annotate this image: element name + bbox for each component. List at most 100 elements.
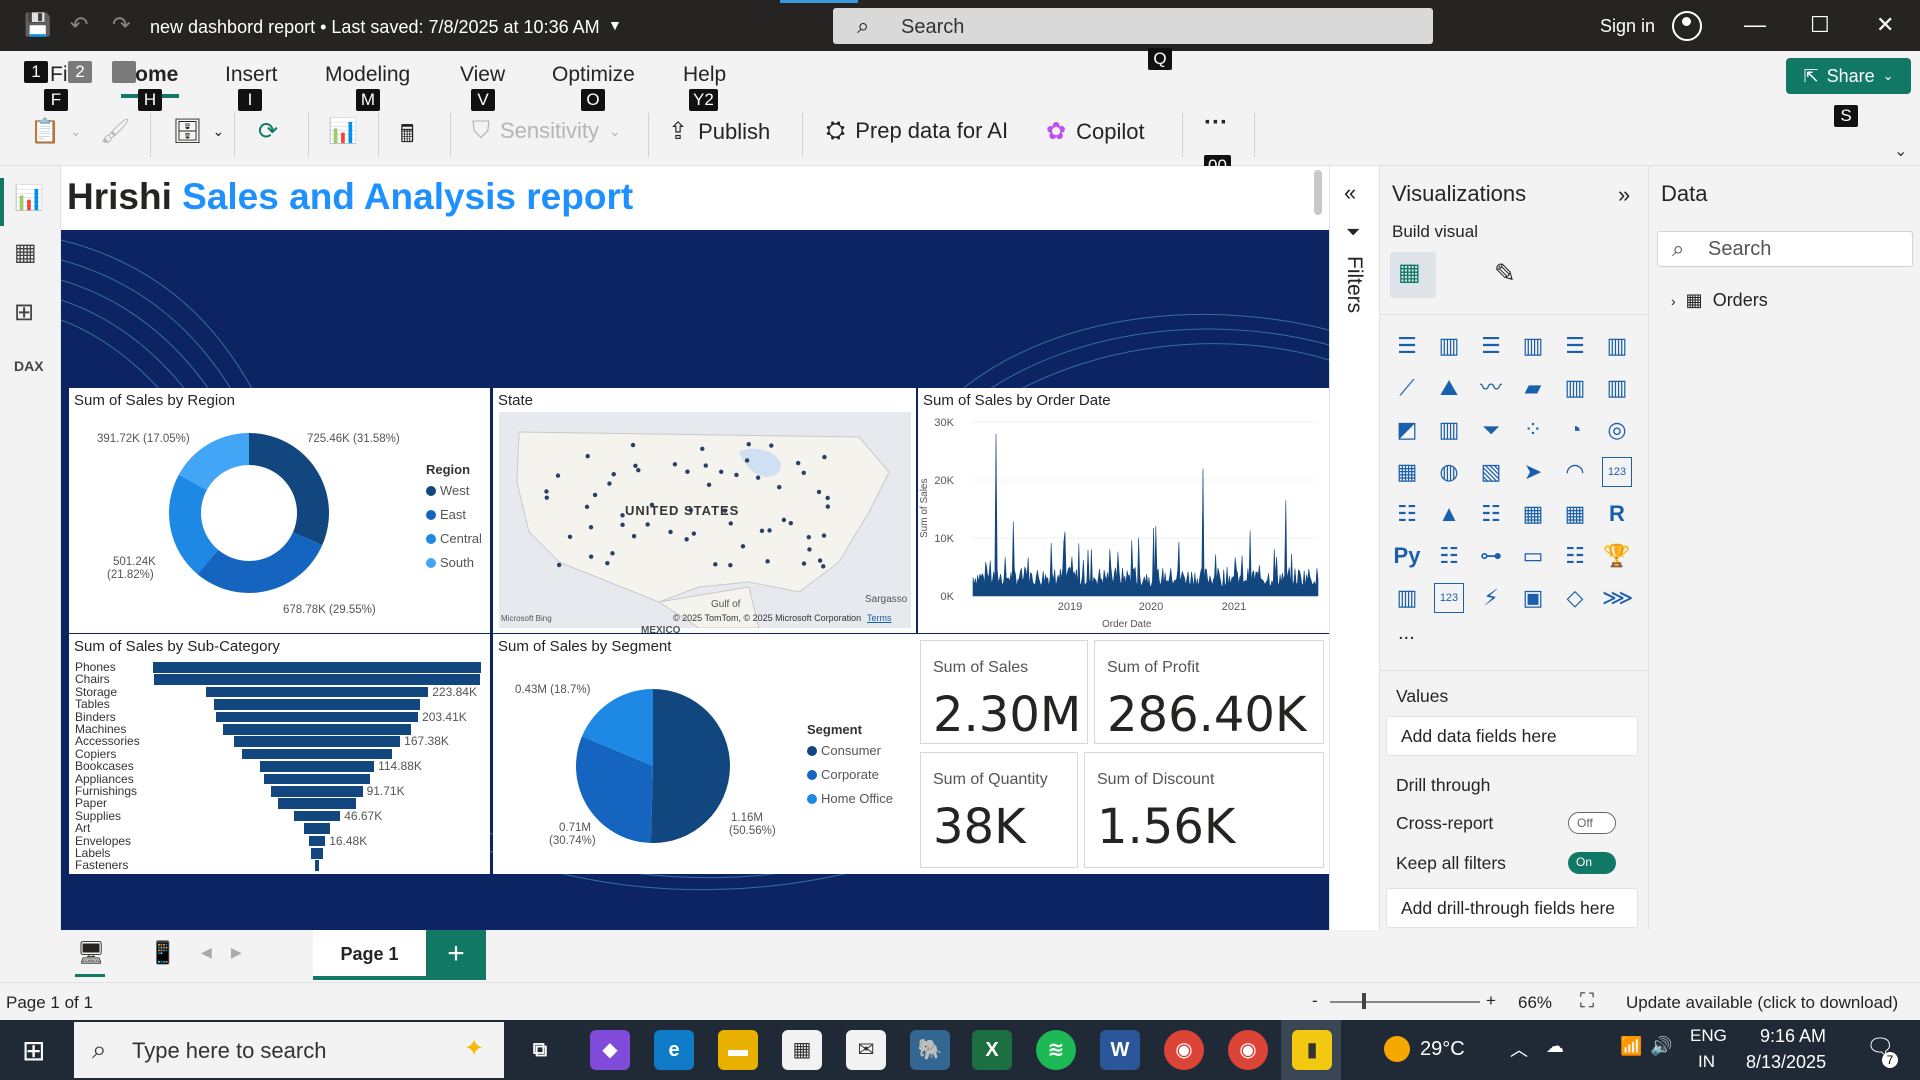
visual-type-icon[interactable]: ▥ <box>1392 583 1422 613</box>
quantity-card[interactable]: Sum of Quantity 38K <box>920 752 1078 868</box>
dax-query-view-icon[interactable]: DAX <box>14 358 44 374</box>
add-page-button[interactable]: + <box>426 930 486 980</box>
visual-type-icon[interactable]: ⊶ <box>1476 541 1506 571</box>
zoom-out-button[interactable]: - <box>1312 991 1318 1011</box>
map-location-dot[interactable] <box>588 525 594 530</box>
copilot-app-icon[interactable]: ◆ <box>590 1030 630 1070</box>
visual-type-icon[interactable]: 123 <box>1602 457 1632 487</box>
map-location-dot[interactable] <box>700 446 705 452</box>
document-title[interactable]: new dashbord report • Last saved: 7/8/20… <box>150 17 600 38</box>
title-dropdown-icon[interactable]: ▼ <box>608 17 622 33</box>
map-location-dot[interactable] <box>825 504 831 509</box>
visual-type-icon[interactable]: ◇ <box>1560 583 1590 613</box>
subcategory-funnel-visual[interactable]: Sum of Sales by Sub-Category Phones Chair… <box>69 634 490 874</box>
map-location-dot[interactable] <box>817 558 823 563</box>
map-location-dot[interactable] <box>706 482 712 488</box>
visual-type-icon[interactable]: 🏆 <box>1602 541 1632 571</box>
map-location-dot[interactable] <box>636 468 641 473</box>
wifi-icon[interactable]: 📶 <box>1620 1036 1642 1057</box>
edge-icon[interactable]: e <box>654 1030 694 1070</box>
funnel-bar[interactable] <box>303 823 331 834</box>
funnel-bar[interactable] <box>223 724 411 735</box>
ms-store-icon[interactable]: ▦ <box>782 1030 822 1070</box>
map-terms-link[interactable]: Terms <box>867 612 892 625</box>
input-region[interactable]: IN <box>1698 1052 1715 1072</box>
map-location-dot[interactable] <box>825 495 830 501</box>
prep-data-ai-button[interactable]: ⛭ Prep data for AI <box>826 117 1008 145</box>
map-location-dot[interactable] <box>567 534 573 540</box>
format-visual-icon[interactable]: ✎ <box>1494 258 1516 289</box>
menu-insert[interactable]: Insert <box>225 63 278 87</box>
map-location-dot[interactable] <box>728 521 733 526</box>
map-location-dot[interactable] <box>607 481 612 486</box>
drill-through-field-well[interactable]: Add drill-through fields here <box>1386 888 1638 928</box>
save-icon[interactable]: 💾 <box>24 12 51 38</box>
weather-temp[interactable]: 29°C <box>1420 1038 1465 1061</box>
segment-pie-visual[interactable]: Sum of Sales by Segment 0.43M (18.7%) 1.… <box>493 634 916 874</box>
undo-icon[interactable]: ↶ <box>70 12 88 38</box>
menu-optimize[interactable]: Optimize <box>552 63 635 87</box>
update-available-link[interactable]: Update available (click to download) <box>1626 993 1898 1013</box>
zoom-in-button[interactable]: + <box>1486 991 1496 1011</box>
minimize-icon[interactable]: — <box>1744 12 1766 38</box>
visual-type-icon[interactable]: ▦ <box>1560 499 1590 529</box>
filters-pane-collapsed[interactable]: « ⏷ Filters <box>1329 166 1379 930</box>
map-location-dot[interactable] <box>719 469 724 474</box>
map-location-dot[interactable] <box>584 504 590 510</box>
map-location-dot[interactable] <box>544 495 549 500</box>
model-view-icon[interactable]: ⊞ <box>14 298 34 327</box>
page-tab-1[interactable]: Page 1 <box>313 930 426 980</box>
visual-type-icon[interactable]: ◔ <box>1560 415 1590 445</box>
data-search-input[interactable]: ⌕ Search <box>1657 231 1913 267</box>
map-location-dot[interactable] <box>746 442 751 447</box>
visual-type-icon[interactable]: ▧ <box>1476 457 1506 487</box>
collapse-viz-icon[interactable]: » <box>1618 182 1630 208</box>
map-location-dot[interactable] <box>821 533 827 538</box>
map-location-dot[interactable] <box>633 463 638 468</box>
map-location-dot[interactable] <box>555 473 561 478</box>
mail-icon[interactable]: ✉ <box>846 1030 886 1070</box>
volume-icon[interactable]: 🔊 <box>1650 1036 1672 1057</box>
map-location-dot[interactable] <box>631 533 637 539</box>
clock-time[interactable]: 9:16 AM <box>1760 1026 1826 1047</box>
cross-report-toggle[interactable]: Off <box>1568 812 1616 834</box>
table-view-icon[interactable]: ▦ <box>14 238 37 267</box>
visual-type-icon[interactable]: ▥ <box>1602 373 1632 403</box>
legend-item[interactable]: East <box>426 507 482 522</box>
map-location-dot[interactable] <box>703 463 708 468</box>
visual-type-icon[interactable]: ☷ <box>1476 499 1506 529</box>
menu-help[interactable]: Help <box>683 63 726 87</box>
visual-type-icon[interactable]: ◩ <box>1392 415 1422 445</box>
visual-type-icon[interactable]: ☷ <box>1434 541 1464 571</box>
prev-page-icon[interactable]: ◀ <box>201 944 212 961</box>
map-location-dot[interactable] <box>672 462 678 467</box>
region-slice-east[interactable] <box>197 532 323 593</box>
expand-filters-icon[interactable]: « <box>1344 180 1356 206</box>
visual-type-icon[interactable]: ⛰ <box>1434 373 1464 403</box>
funnel-bar[interactable] <box>153 662 481 673</box>
visual-type-icon[interactable]: ⋙ <box>1602 583 1633 613</box>
us-map[interactable] <box>499 412 911 628</box>
keep-filters-toggle[interactable]: On <box>1568 852 1616 874</box>
visual-type-icon[interactable]: ➤ <box>1518 457 1548 487</box>
order-date-visual[interactable]: Sum of Sales by Order Date 0K 10K 20K 30K 20… <box>918 388 1329 633</box>
map-location-dot[interactable] <box>713 562 718 567</box>
word-icon[interactable]: W <box>1100 1030 1140 1070</box>
legend-item[interactable]: Consumer <box>807 743 893 758</box>
region-donut-visual[interactable]: Sum of Sales by Region 725.46K (31.58%) … <box>69 388 490 633</box>
legend-item[interactable]: South <box>426 555 482 570</box>
publish-button[interactable]: ⇪ Publish <box>668 117 770 146</box>
map-location-dot[interactable] <box>585 453 590 459</box>
visual-type-icon[interactable]: ☷ <box>1392 499 1422 529</box>
map-location-dot[interactable] <box>684 537 689 542</box>
funnel-bar[interactable] <box>233 736 401 747</box>
legend-item[interactable]: Corporate <box>807 767 893 782</box>
discount-card[interactable]: Sum of Discount 1.56K <box>1084 752 1324 868</box>
collapse-ribbon-icon[interactable]: ⌄ <box>1894 141 1907 161</box>
map-location-dot[interactable] <box>795 460 801 466</box>
profit-card[interactable]: Sum of Profit 286.40K <box>1094 640 1324 744</box>
map-location-dot[interactable] <box>807 547 812 552</box>
next-page-icon[interactable]: ▶ <box>231 944 242 961</box>
chrome-icon[interactable]: ◉ <box>1164 1030 1204 1070</box>
visual-type-icon[interactable]: ◍ <box>1434 457 1464 487</box>
